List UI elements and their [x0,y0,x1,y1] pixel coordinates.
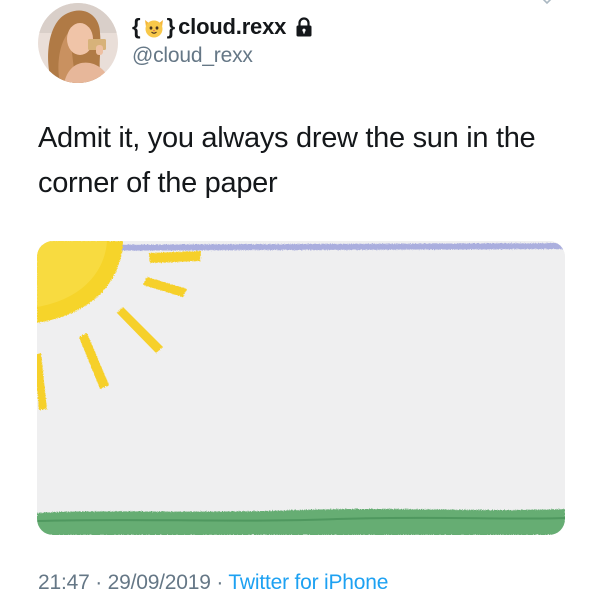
name-brace-open: { [132,14,141,39]
chevron-down-icon[interactable] [536,0,558,8]
display-name: cloud.rexx [178,14,287,39]
meta-separator: · [210,571,229,594]
tweet: { } cloud.rexx @cloud_rexx Admit it, you… [0,0,600,600]
name-row[interactable]: { } cloud.rexx [132,12,313,42]
tweet-time[interactable]: 21:47 [38,571,90,594]
user-info: { } cloud.rexx @cloud_rexx [132,12,313,68]
user-handle[interactable]: @cloud_rexx [132,44,313,68]
name-brace-close: } [166,14,176,39]
tweet-meta: 21:47 · 29/09/2019 · Twitter for iPhone [38,571,388,595]
avatar[interactable] [38,3,118,83]
meta-separator: · [89,571,108,594]
tweet-date[interactable]: 29/09/2019 [108,571,211,594]
tweet-image[interactable] [37,241,565,535]
cat-face-icon [142,15,166,39]
tweet-text: Admit it, you always drew the sun in the… [38,122,536,199]
tweet-source-link[interactable]: Twitter for iPhone [228,571,388,594]
lock-icon [295,17,313,37]
